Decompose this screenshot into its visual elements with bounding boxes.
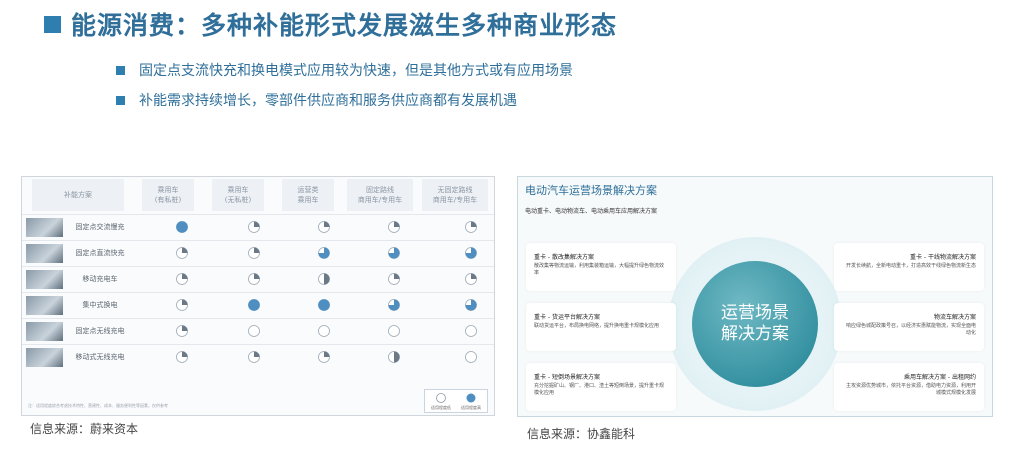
row-label: 固定点交流慢充 [75,223,125,231]
row-label: 集中式换电 [82,301,118,309]
figure-title: 电动汽车运营场景解决方案 [525,184,657,197]
center-label: 运营场景 解决方案 [721,303,789,344]
table-row: 移动充电车 [22,266,494,292]
suitability-indicator [465,247,477,259]
table-row: 固定点交流慢充 [22,214,494,240]
scenario-photo [26,244,63,263]
scenario-photo [26,322,63,341]
suitability-indicator [465,273,477,285]
charging-solution-table: 补能方案 乘用车 (有私桩) 乘用车 (无私桩) 运营类 乘用车 固定路线 商用… [21,176,495,416]
suitability-indicator [388,325,400,337]
card-desc: 响应绿色城配政策号召，以经济实惠赋能物流，实现全面电动化 [846,323,977,336]
card-title: 乘用车解决方案 - 出租网约 [904,374,976,381]
legend-full-circle [466,393,476,403]
card-desc: 主攻资源优势城市，依托平台资源，借助电力资源，利用开城模式规模化发展 [846,383,977,396]
suitability-indicator [248,247,260,259]
suitability-indicator [465,221,477,233]
table-header: 无固定路线 商用车/专用车 [422,179,488,211]
suitability-indicator [318,299,330,311]
suitability-indicator [248,273,260,285]
card-title: 物流车解决方案 [933,314,976,321]
suitability-indicator [248,351,260,363]
page-title: 能源消费：多种补能形式发展滋生多种商业形态 [71,11,618,40]
suitability-indicator [388,299,400,311]
card-desc: 开发长续航，全新电动重卡，打造高效干线绿色物流新生态 [846,263,977,269]
bullet-item: 补能需求持续增长，零部件供应商和服务供应商都有发展机遇 [116,90,517,110]
table-header: 补能方案 [32,179,124,211]
scenario-photo [26,348,63,367]
suitability-indicator [465,325,477,337]
suitability-indicator [388,221,400,233]
table-footnote: 注：适用程度综合考虑技术特性、营建性、成本、服务便利性等因素，仅供参考 [28,403,168,408]
suitability-indicator [465,299,477,311]
suitability-indicator [388,247,400,259]
row-label: 移动充电车 [82,275,118,283]
row-label: 移动式无线充电 [75,353,125,361]
legend-low-label: 适用程度低 [431,405,451,410]
solution-card: 重卡 - 干线物流解决方案 开发长续航，全新电动重卡，打造高效干线绿色物流新生态 [834,243,984,291]
suitability-indicator [318,273,330,285]
title-square-icon [44,15,61,33]
row-label: 固定点直流快充 [75,249,125,257]
figure-subtitle: 电动重卡、电动物流车、电动乘用车应用解决方案 [525,208,658,215]
scenario-photo [26,296,63,315]
suitability-indicator [388,351,400,363]
solution-card: 重卡 - 货运平台解决方案 联动货运平台，布局换电网络，提升换电重卡规模化应用 [526,303,676,351]
table-row: 集中式换电 [22,292,494,318]
suitability-indicator [318,221,330,233]
bullet-square-icon [116,95,125,105]
card-desc: 散改集等物流运输，利用集装箱运输，大幅提升绿色物流效率 [534,263,665,276]
card-desc: 联动货运平台，布局换电网络，提升换电重卡规模化应用 [534,323,660,329]
bullet-text: 补能需求持续增长，零部件供应商和服务供应商都有发展机遇 [139,93,517,109]
bullet-text: 固定点支流快充和换电模式应用较为快速，但是其他方式或有应用场景 [139,63,573,79]
bullet-square-icon [116,65,125,75]
suitability-indicator [176,221,188,233]
suitability-indicator [176,325,188,337]
table-header: 乘用车 (无私桩) [212,179,264,211]
suitability-indicator [248,221,260,233]
solution-card: 重卡 - 短倒场景解决方案 充分挖掘矿山、钢厂、港口、渣土等短倒场景，提升重卡规… [526,363,676,411]
card-title: 重卡 - 散改集解决方案 [534,254,594,261]
card-title: 重卡 - 短倒场景解决方案 [534,374,600,381]
table-row: 移动式无线充电 [22,344,494,370]
solution-card: 乘用车解决方案 - 出租网约 主攻资源优势城市，依托平台资源，借助电力资源，利用… [834,363,984,411]
suitability-indicator [176,351,188,363]
suitability-indicator [318,247,330,259]
table-header: 乘用车 (有私桩) [142,179,194,211]
card-title: 重卡 - 干线物流解决方案 [910,254,976,261]
suitability-indicator [388,273,400,285]
bullet-item: 固定点支流快充和换电模式应用较为快速，但是其他方式或有应用场景 [116,60,573,80]
table-legend: 适用程度低 适用程度高 [424,389,488,413]
table-row: 固定点直流快充 [22,240,494,266]
solution-card: 重卡 - 散改集解决方案 散改集等物流运输，利用集装箱运输，大幅提升绿色物流效率 [526,243,676,291]
page-title-block: 能源消费：多种补能形式发展滋生多种商业形态 [44,6,617,42]
source-note: 信息来源：蔚来资本 [30,422,139,436]
table-row: 固定点无线充电 [22,318,494,344]
source-note: 信息来源：协鑫能科 [527,427,636,441]
suitability-indicator [176,299,188,311]
card-desc: 充分挖掘矿山、钢厂、港口、渣土等短倒场景，提升重卡规模化应用 [534,383,665,396]
solution-card: 物流车解决方案 响应绿色城配政策号召，以经济实惠赋能物流，实现全面电动化 [834,303,984,351]
center-circle: 运营场景 解决方案 [692,261,818,387]
suitability-indicator [176,273,188,285]
legend-high-label: 适用程度高 [461,405,481,410]
suitability-indicator [318,351,330,363]
legend-empty-circle [436,393,446,403]
scenario-photo [26,270,63,289]
table-header: 运营类 乘用车 [282,179,334,211]
table-header: 固定路线 商用车/专用车 [347,179,413,211]
suitability-indicator [176,247,188,259]
suitability-indicator [318,325,330,337]
suitability-indicator [465,351,477,363]
suitability-indicator [248,325,260,337]
scenario-photo [26,218,63,237]
operation-scenario-figure: 电动汽车运营场景解决方案 电动重卡、电动物流车、电动乘用车应用解决方案 运营场景… [517,176,993,417]
suitability-indicator [248,299,260,311]
row-label: 固定点无线充电 [75,327,125,335]
card-title: 重卡 - 货运平台解决方案 [534,314,600,321]
